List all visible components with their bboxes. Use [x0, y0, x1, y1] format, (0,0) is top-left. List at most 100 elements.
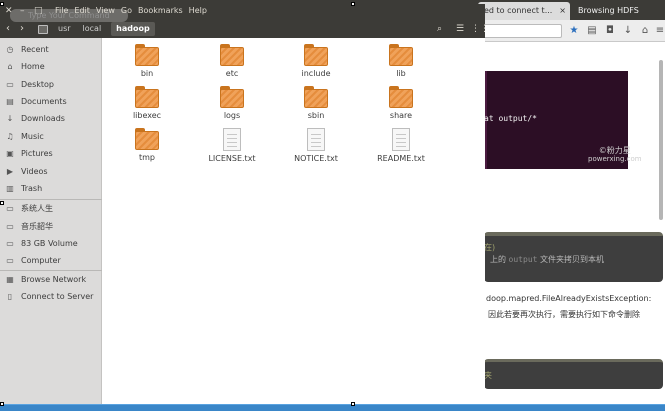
breadcrumb: usr local hadoop [38, 22, 155, 36]
folder-icon [389, 44, 413, 66]
file-manager-header: ✕ – □ Type Your Command File Edit View G… [0, 4, 489, 38]
music-icon: ♫ [6, 132, 14, 141]
folder-item-lib[interactable]: lib [371, 44, 431, 86]
menu-file[interactable]: File [52, 5, 71, 17]
sidebar-item-recent[interactable]: ◷ Recent [0, 41, 102, 58]
home-icon: ⌂ [7, 62, 13, 71]
pictures-icon: ▣ [6, 149, 14, 158]
menu-go[interactable]: Go [118, 5, 135, 17]
trash-icon: ▥ [6, 184, 14, 193]
menu-bookmarks[interactable]: Bookmarks [135, 5, 186, 17]
downloads-icon: ↓ [6, 114, 14, 123]
sidebar-item-music[interactable]: ♫ Music [0, 128, 102, 145]
breadcrumb-usr[interactable]: usr [56, 22, 73, 36]
drive-icon: ▭ [6, 204, 14, 213]
breadcrumb-local[interactable]: local [81, 22, 104, 36]
sidebar-item-documents[interactable]: ▤ Documents [0, 93, 102, 110]
pocket-icon[interactable]: ◘ [604, 24, 616, 38]
selection-handle[interactable] [0, 201, 4, 205]
forward-icon[interactable]: › [20, 23, 24, 35]
file-item-notice[interactable]: NOTICE.txt [286, 128, 346, 170]
scrollbar[interactable] [659, 60, 663, 220]
browser-url-bar[interactable] [480, 24, 562, 38]
download-icon[interactable]: ↓ [622, 24, 634, 38]
folder-icon [135, 128, 159, 150]
taskbar [0, 404, 665, 411]
folder-item-etc[interactable]: etc [202, 44, 262, 86]
folder-icon [135, 86, 159, 108]
drive-icon: ▭ [6, 222, 14, 231]
paragraph-line: doop.mapred.FileAlreadyExistsException: [486, 294, 652, 303]
sidebar-item-videos[interactable]: ▶ Videos [0, 163, 102, 180]
menu-view[interactable]: View [93, 5, 118, 17]
bookmark-star-icon[interactable]: ★ [568, 24, 580, 38]
selection-handle[interactable] [0, 402, 4, 406]
folder-item-sbin[interactable]: sbin [286, 86, 346, 128]
tab-label: ed to connect t... [484, 6, 553, 15]
folder-item-libexec[interactable]: libexec [117, 86, 177, 128]
text-file-icon [223, 128, 241, 151]
text-file-icon [307, 128, 325, 151]
drive-icon[interactable] [38, 24, 48, 34]
folder-icon [389, 86, 413, 108]
documents-icon: ▤ [6, 97, 14, 106]
menu-edit[interactable]: Edit [71, 5, 93, 17]
browser-tab-connect[interactable]: ed to connect t... × [478, 2, 570, 20]
sidebar-item-downloads[interactable]: ↓ Downloads [0, 110, 102, 127]
server-icon: ▯ [7, 292, 13, 301]
code-comment-line: 上的 output 文件夹拷贝到本机 [490, 255, 604, 264]
breadcrumb-hadoop[interactable]: hadoop [111, 22, 155, 36]
tab-label: Browsing HDFS [578, 6, 639, 15]
browser-tab-browsing-hdfs[interactable]: Browsing HDFS [572, 2, 665, 20]
menu-icon[interactable]: ≡ [654, 24, 665, 38]
sidebar-item-desktop[interactable]: ▭ Desktop [0, 76, 102, 93]
network-icon: ▦ [6, 275, 14, 284]
desktop-icon: ▭ [6, 80, 14, 89]
menu-bar: File Edit View Go Bookmarks Help [52, 5, 210, 17]
selection-handle[interactable] [351, 402, 355, 406]
selection-handle[interactable] [0, 2, 4, 6]
sidebar-item-volume-1[interactable]: ▭ 系统人生 [0, 200, 102, 217]
folder-item-include[interactable]: include [286, 44, 346, 86]
sidebar-item-browse-network[interactable]: ▦ Browse Network [0, 271, 102, 288]
code-comment: 在) [484, 243, 496, 252]
code-comment: 夹 [484, 371, 492, 380]
code-block-command [484, 359, 663, 389]
search-icon[interactable]: ⌕ [437, 23, 442, 35]
home-icon[interactable]: ⌂ [639, 24, 651, 38]
back-icon[interactable]: ‹ [6, 23, 10, 35]
folder-item-share[interactable]: share [371, 86, 431, 128]
file-item-license[interactable]: LICENSE.txt [202, 128, 262, 170]
sidebar-item-trash[interactable]: ▥ Trash [0, 180, 102, 197]
paragraph-line: 因此若要再次执行，需要执行如下命令删除 [488, 310, 640, 319]
computer-icon: ▭ [6, 256, 14, 265]
folder-item-bin[interactable]: bin [117, 44, 177, 86]
watermark: ©粉力星 powerxing.com [588, 146, 642, 163]
folder-icon [304, 86, 328, 108]
sidebar-item-83gb-volume[interactable]: ▭ 83 GB Volume [0, 235, 102, 252]
videos-icon: ▶ [6, 167, 14, 176]
folder-item-logs[interactable]: logs [202, 86, 262, 128]
code-text: at output/* [484, 114, 537, 123]
sidebar: ◷ Recent ⌂ Home ▭ Desktop ▤ Documents ↓ … [0, 38, 102, 404]
sidebar-item-computer[interactable]: ▭ Computer [0, 252, 102, 269]
clock-icon: ◷ [6, 45, 14, 54]
reading-list-icon[interactable]: ▤ [586, 24, 598, 38]
list-view-icon[interactable]: ☰ [456, 23, 464, 35]
sidebar-item-volume-2[interactable]: ▭ 音乐韶华 [0, 218, 102, 235]
file-manager-window: ✕ – □ Type Your Command File Edit View G… [0, 4, 489, 404]
menu-help[interactable]: Help [186, 5, 210, 17]
sidebar-item-connect-to-server[interactable]: ▯ Connect to Server [0, 288, 102, 305]
folder-icon [135, 44, 159, 66]
folder-icon [220, 44, 244, 66]
folder-item-tmp[interactable]: tmp [117, 128, 177, 170]
folder-icon [220, 86, 244, 108]
tab-close-icon[interactable]: × [559, 2, 566, 20]
folder-icon [304, 44, 328, 66]
grid-view-icon[interactable]: ⋮⋮ [471, 23, 489, 35]
file-item-readme[interactable]: README.txt [371, 128, 431, 170]
selection-handle[interactable] [351, 2, 355, 6]
sidebar-item-pictures[interactable]: ▣ Pictures [0, 145, 102, 162]
sidebar-item-home[interactable]: ⌂ Home [0, 58, 102, 75]
file-view: bin etc include lib libexec logs sbin sh… [102, 38, 485, 404]
